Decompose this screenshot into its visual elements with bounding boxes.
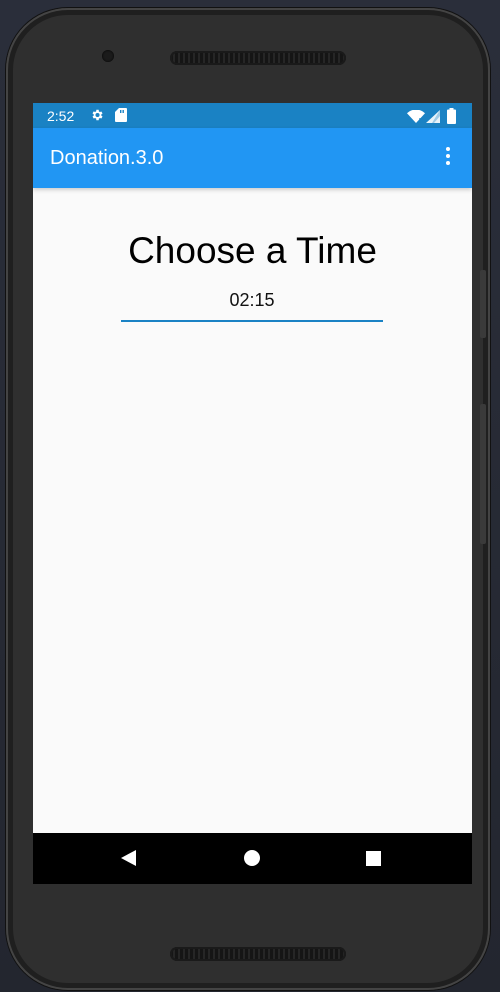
- app-title: Donation.3.0: [50, 147, 164, 169]
- top-speaker: [170, 51, 346, 65]
- time-input[interactable]: 02:15: [121, 287, 383, 322]
- power-button[interactable]: [480, 270, 486, 338]
- page-title: Choose a Time: [128, 230, 377, 271]
- navigation-bar: [33, 833, 472, 884]
- recents-icon[interactable]: [366, 851, 381, 866]
- device-screen: 2:52 Donation.3.0 Choose a Time 02:15: [33, 103, 472, 884]
- status-time: 2:52: [47, 108, 75, 124]
- gear-icon: [92, 109, 103, 121]
- bottom-speaker: [170, 947, 346, 961]
- app-bar: Donation.3.0: [33, 128, 472, 188]
- home-icon[interactable]: [244, 850, 260, 866]
- volume-button[interactable]: [480, 404, 486, 544]
- wifi-icon: [407, 110, 425, 123]
- sd-card-icon: [115, 108, 127, 122]
- status-bar: 2:52: [33, 103, 472, 128]
- battery-icon: [447, 108, 456, 124]
- overflow-menu-icon[interactable]: [437, 147, 459, 171]
- cell-signal-icon: [426, 110, 440, 123]
- back-icon[interactable]: [121, 850, 136, 866]
- front-camera: [102, 50, 114, 62]
- time-value[interactable]: 02:15: [229, 290, 274, 310]
